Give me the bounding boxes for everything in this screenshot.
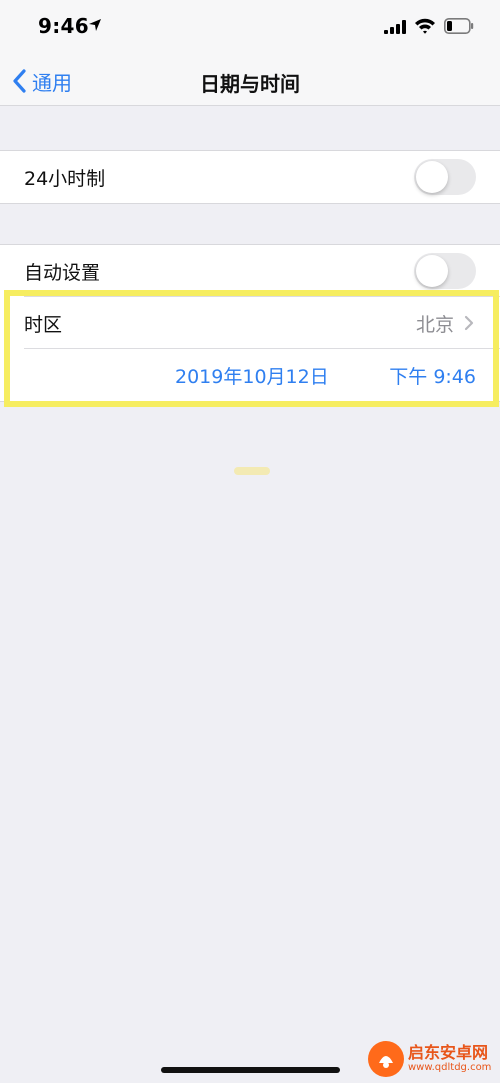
date-value[interactable]: 2019年10月12日 bbox=[175, 362, 329, 389]
watermark-text: 启东安卓网 www.qdltdg.com bbox=[408, 1042, 492, 1074]
datetime-settings-group: 自动设置 时区 北京 2019年10月12日 下午 9:46 bbox=[0, 244, 500, 402]
watermark-url: www.qdltdg.com bbox=[408, 1061, 492, 1073]
toggle-knob bbox=[416, 255, 448, 287]
clock-format-row: 24小时制 bbox=[0, 151, 500, 203]
battery-icon bbox=[444, 18, 474, 34]
status-time: 9:46 bbox=[38, 14, 89, 38]
watermark-name: 启东安卓网 bbox=[408, 1042, 489, 1062]
cellular-signal-icon bbox=[384, 20, 406, 34]
home-indicator bbox=[161, 1067, 340, 1073]
highlight-mark bbox=[234, 467, 270, 475]
chevron-right-icon bbox=[464, 315, 474, 331]
auto-set-label: 自动设置 bbox=[24, 261, 101, 284]
toggle-knob bbox=[416, 161, 448, 193]
location-arrow-icon bbox=[89, 19, 101, 31]
timezone-row[interactable]: 时区 北京 bbox=[0, 297, 500, 349]
nav-bar: 通用 日期与时间 bbox=[0, 56, 500, 106]
auto-set-toggle[interactable] bbox=[414, 253, 476, 289]
timezone-label: 时区 bbox=[24, 313, 63, 336]
auto-set-row: 自动设置 bbox=[0, 245, 500, 297]
status-bar: 9:46 bbox=[0, 0, 500, 56]
clock-format-label: 24小时制 bbox=[24, 167, 106, 190]
time-value[interactable]: 下午 9:46 bbox=[389, 362, 476, 389]
watermark: 启东安卓网 www.qdltdg.com bbox=[368, 1034, 500, 1083]
clock-format-toggle[interactable] bbox=[414, 159, 476, 195]
watermark-logo-icon bbox=[368, 1040, 404, 1077]
timezone-value: 北京 bbox=[415, 313, 454, 336]
page-title: 日期与时间 bbox=[200, 72, 300, 96]
datetime-row: 2019年10月12日 下午 9:46 bbox=[0, 349, 500, 401]
clock-format-group: 24小时制 bbox=[0, 150, 500, 204]
wifi-icon bbox=[415, 18, 435, 34]
